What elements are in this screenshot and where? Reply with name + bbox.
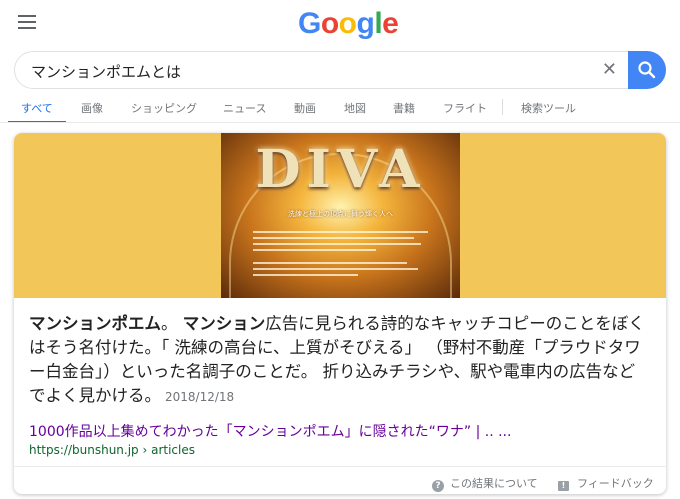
- snippet-bold-term: マンションポエム: [29, 314, 161, 333]
- poster-title: DIVA: [255, 139, 426, 200]
- feedback-icon: !: [558, 481, 569, 491]
- google-logo[interactable]: Google: [298, 7, 399, 41]
- card-footer: ? この結果について ! フィードバック: [14, 466, 666, 494]
- tab-books[interactable]: 書籍: [393, 100, 415, 116]
- about-result-button[interactable]: ? この結果について: [432, 475, 538, 492]
- snippet-date: 2018/12/18: [165, 390, 235, 404]
- tabs-divider: [502, 99, 503, 115]
- search-icon: [638, 61, 656, 79]
- poster-tagline: 洗練と極上の頂点に舞う輝く人へ: [288, 210, 393, 218]
- logo-letter: e: [382, 7, 399, 40]
- logo-letter: g: [356, 7, 375, 40]
- featured-image-area[interactable]: DIVA 洗練と極上の頂点に舞う輝く人へ: [14, 133, 666, 298]
- search-box[interactable]: マンションポエムとは ✕: [14, 51, 666, 89]
- about-result-label: この結果について: [450, 477, 538, 490]
- search-tabs: すべて 画像 ショッピング ニュース 動画 地図 書籍 フライト 検索ツール: [0, 95, 680, 123]
- search-button[interactable]: [628, 51, 666, 89]
- logo-letter: o: [338, 7, 357, 40]
- snippet-text: マンションポエム。 マンション広告に見られる詩的なキャッチコピーのことをぼくはそ…: [29, 312, 651, 409]
- clear-icon[interactable]: ✕: [602, 60, 617, 80]
- snippet-text-part: 。: [161, 314, 183, 333]
- result-title-link[interactable]: 1000作品以上集めてわかった「マンションポエム」に隠された“ワナ” | .. …: [29, 421, 511, 441]
- tab-all[interactable]: すべて: [21, 100, 53, 116]
- feedback-label: フィードバック: [577, 477, 654, 490]
- search-input[interactable]: マンションポエムとは: [31, 61, 181, 82]
- snippet-bold-term: マンション: [182, 314, 266, 333]
- menu-icon[interactable]: [18, 15, 36, 29]
- tab-news[interactable]: ニュース: [223, 100, 266, 116]
- tabs-divider-line: [0, 122, 680, 123]
- feedback-button[interactable]: ! フィードバック: [558, 475, 654, 491]
- featured-snippet-card: DIVA 洗練と極上の頂点に舞う輝く人へ マンションポエム。 マンション広告に見…: [14, 133, 666, 494]
- tab-shopping[interactable]: ショッピング: [131, 100, 197, 116]
- help-icon: ?: [432, 480, 444, 492]
- result-url[interactable]: https://bunshun.jp › articles: [29, 443, 195, 457]
- logo-letter: G: [298, 7, 321, 40]
- featured-image[interactable]: DIVA 洗練と極上の頂点に舞う輝く人へ: [221, 133, 460, 298]
- tab-images[interactable]: 画像: [81, 100, 103, 116]
- logo-letter: l: [374, 7, 383, 40]
- tab-flights[interactable]: フライト: [443, 100, 487, 116]
- tab-videos[interactable]: 動画: [294, 100, 316, 116]
- poster-body-copy: [253, 231, 428, 280]
- tab-search-tools[interactable]: 検索ツール: [521, 100, 576, 116]
- logo-letter: o: [320, 7, 339, 40]
- tab-maps[interactable]: 地図: [344, 100, 366, 116]
